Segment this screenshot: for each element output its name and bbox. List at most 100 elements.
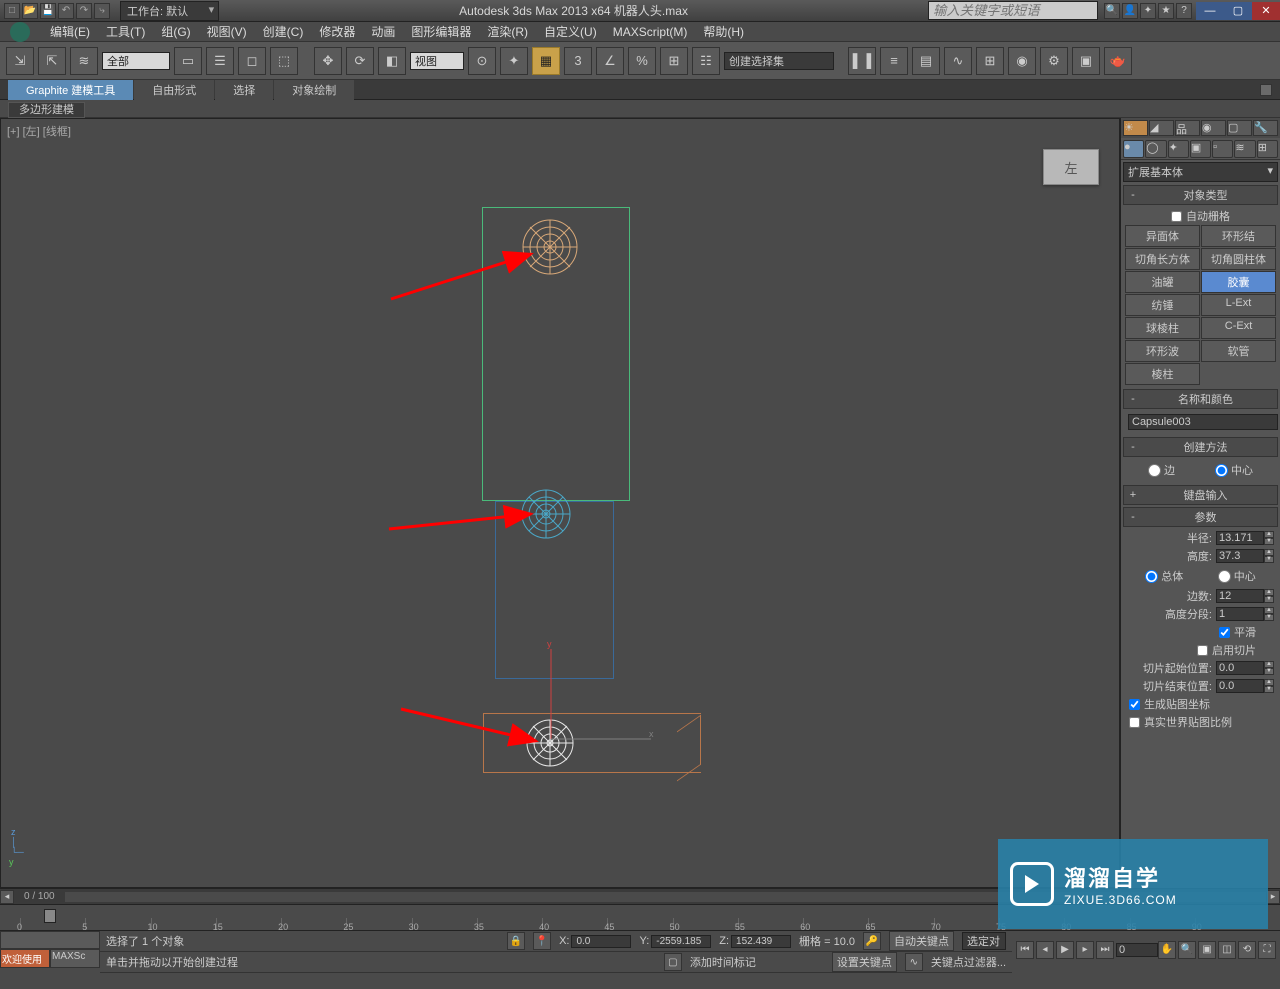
radio-overall[interactable]: 总体: [1145, 568, 1183, 584]
menu-tools[interactable]: 工具(T): [106, 23, 145, 40]
track-scroll-right[interactable]: ▸: [1266, 890, 1280, 904]
ribbon-expand-icon[interactable]: [1260, 84, 1272, 96]
zoom-icon[interactable]: 🔍: [1178, 941, 1196, 959]
goto-end-icon[interactable]: ⏭: [1096, 941, 1114, 959]
viewport-label[interactable]: [+] [左] [线框]: [7, 123, 71, 139]
menu-create[interactable]: 创建(C): [263, 23, 304, 40]
maxscript-cell[interactable]: MAXSc: [50, 949, 100, 968]
geometry-icon[interactable]: ●: [1123, 140, 1144, 158]
display-tab-icon[interactable]: ▢: [1227, 120, 1252, 136]
status-cell[interactable]: [0, 931, 100, 949]
help-icon[interactable]: ?: [1176, 3, 1192, 19]
snap-toggle-icon[interactable]: ▦: [532, 47, 560, 75]
height-input[interactable]: [1216, 549, 1264, 563]
link-tool-icon[interactable]: ⇲: [6, 47, 34, 75]
menu-maxscript[interactable]: MAXScript(M): [613, 25, 688, 39]
ref-coord-dropdown[interactable]: 视图: [410, 52, 464, 70]
setkey-button[interactable]: 设置关键点: [832, 952, 897, 972]
y-input[interactable]: -2559.185: [651, 935, 711, 948]
angle-snap-icon[interactable]: ∠: [596, 47, 624, 75]
tab-graphite[interactable]: Graphite 建模工具: [8, 80, 133, 100]
key-icon[interactable]: 🔑: [863, 932, 881, 950]
layers-icon[interactable]: ▤: [912, 47, 940, 75]
zoom-ext-icon[interactable]: ▣: [1198, 941, 1216, 959]
x-input[interactable]: 0.0: [571, 935, 631, 948]
select-region-icon[interactable]: ◻: [238, 47, 266, 75]
welcome-cell[interactable]: 欢迎使用: [0, 949, 50, 968]
schematic-icon[interactable]: ⊞: [976, 47, 1004, 75]
link-icon[interactable]: ⤷: [94, 3, 110, 19]
modify-tab-icon[interactable]: ◢: [1149, 120, 1174, 136]
rollout-header-create-method[interactable]: -创建方法: [1123, 437, 1278, 457]
prim-spindle[interactable]: 纺锤: [1125, 294, 1200, 316]
prim-ringwave[interactable]: 环形波: [1125, 340, 1200, 362]
menu-custom[interactable]: 自定义(U): [544, 23, 597, 40]
prim-chamfercyl[interactable]: 切角圆柱体: [1201, 248, 1276, 270]
tab-paint[interactable]: 对象绘制: [274, 80, 354, 100]
goto-start-icon[interactable]: ⏮: [1016, 941, 1034, 959]
new-icon[interactable]: □: [4, 3, 20, 19]
render-frame-icon[interactable]: ▣: [1072, 47, 1100, 75]
exchange-icon[interactable]: ✦: [1140, 3, 1156, 19]
realworld-checkbox[interactable]: [1129, 717, 1140, 728]
prim-hedra[interactable]: 异面体: [1125, 225, 1200, 247]
spinner-up-icon[interactable]: ▲: [1264, 531, 1274, 538]
unlink-tool-icon[interactable]: ⇱: [38, 47, 66, 75]
snap-3-icon[interactable]: 3: [564, 47, 592, 75]
isolate-icon[interactable]: 📍: [533, 932, 551, 950]
slice-checkbox[interactable]: [1197, 645, 1208, 656]
hsegs-input[interactable]: [1216, 607, 1264, 621]
prim-capsule[interactable]: 胶囊: [1201, 271, 1276, 293]
maximize-vp-icon[interactable]: ⛶: [1258, 941, 1276, 959]
menu-anim[interactable]: 动画: [371, 23, 395, 40]
named-selection-dropdown[interactable]: 创建选择集: [724, 52, 834, 70]
select-name-icon[interactable]: ☰: [206, 47, 234, 75]
menu-graph[interactable]: 图形编辑器: [411, 23, 471, 40]
scale-icon[interactable]: ◧: [378, 47, 406, 75]
next-frame-icon[interactable]: ▸: [1076, 941, 1094, 959]
open-icon[interactable]: 📂: [22, 3, 38, 19]
motion-tab-icon[interactable]: ◉: [1201, 120, 1226, 136]
bind-space-icon[interactable]: ≋: [70, 47, 98, 75]
prim-oiltank[interactable]: 油罐: [1125, 271, 1200, 293]
radio-center[interactable]: 中心: [1215, 462, 1253, 478]
z-input[interactable]: 152.439: [731, 935, 791, 948]
slice-to-input[interactable]: [1216, 679, 1264, 693]
lock-icon[interactable]: 🔒: [507, 932, 525, 950]
selection-filter-dropdown[interactable]: 全部: [102, 52, 170, 70]
tag-icon[interactable]: ▢: [664, 953, 682, 971]
tab-selection[interactable]: 选择: [215, 80, 273, 100]
infocenter-icon[interactable]: 🔍: [1104, 3, 1120, 19]
rollout-header-keyboard[interactable]: +键盘输入: [1123, 485, 1278, 505]
save-icon[interactable]: 💾: [40, 3, 56, 19]
rollout-header-params[interactable]: -参数: [1123, 507, 1278, 527]
pivot-icon[interactable]: ⊙: [468, 47, 496, 75]
menu-modifier[interactable]: 修改器: [319, 23, 355, 40]
wireframe-sphere-1[interactable]: [522, 219, 578, 275]
play-icon[interactable]: ▶: [1056, 941, 1074, 959]
prim-gengon[interactable]: 球棱柱: [1125, 317, 1200, 339]
radius-input[interactable]: [1216, 531, 1264, 545]
lights-icon[interactable]: ✦: [1168, 140, 1189, 158]
curve-editor-icon[interactable]: ∿: [944, 47, 972, 75]
category-dropdown[interactable]: 扩展基本体▾: [1123, 162, 1278, 182]
spinner-down-icon[interactable]: ▼: [1264, 538, 1274, 545]
help-search-input[interactable]: [928, 1, 1098, 20]
align-icon[interactable]: ≡: [880, 47, 908, 75]
sub-poly-model[interactable]: 多边形建模: [8, 102, 85, 118]
undo-icon[interactable]: ↶: [58, 3, 74, 19]
autokey-button[interactable]: 自动关键点: [889, 931, 954, 951]
create-tab-icon[interactable]: ☀: [1123, 120, 1148, 136]
render-setup-icon[interactable]: ⚙: [1040, 47, 1068, 75]
autogrid-checkbox[interactable]: [1171, 211, 1182, 222]
material-icon[interactable]: ◉: [1008, 47, 1036, 75]
radio-centers[interactable]: 中心: [1218, 568, 1256, 584]
edit-named-icon[interactable]: ☷: [692, 47, 720, 75]
rollout-header-name-color[interactable]: -名称和颜色: [1123, 389, 1278, 409]
prim-torusknot[interactable]: 环形结: [1201, 225, 1276, 247]
selset-dropdown[interactable]: 选定对: [962, 932, 1006, 950]
slice-from-input[interactable]: [1216, 661, 1264, 675]
genuv-checkbox[interactable]: [1129, 699, 1140, 710]
tab-freeform[interactable]: 自由形式: [134, 80, 214, 100]
menu-edit[interactable]: 编辑(E): [50, 23, 90, 40]
